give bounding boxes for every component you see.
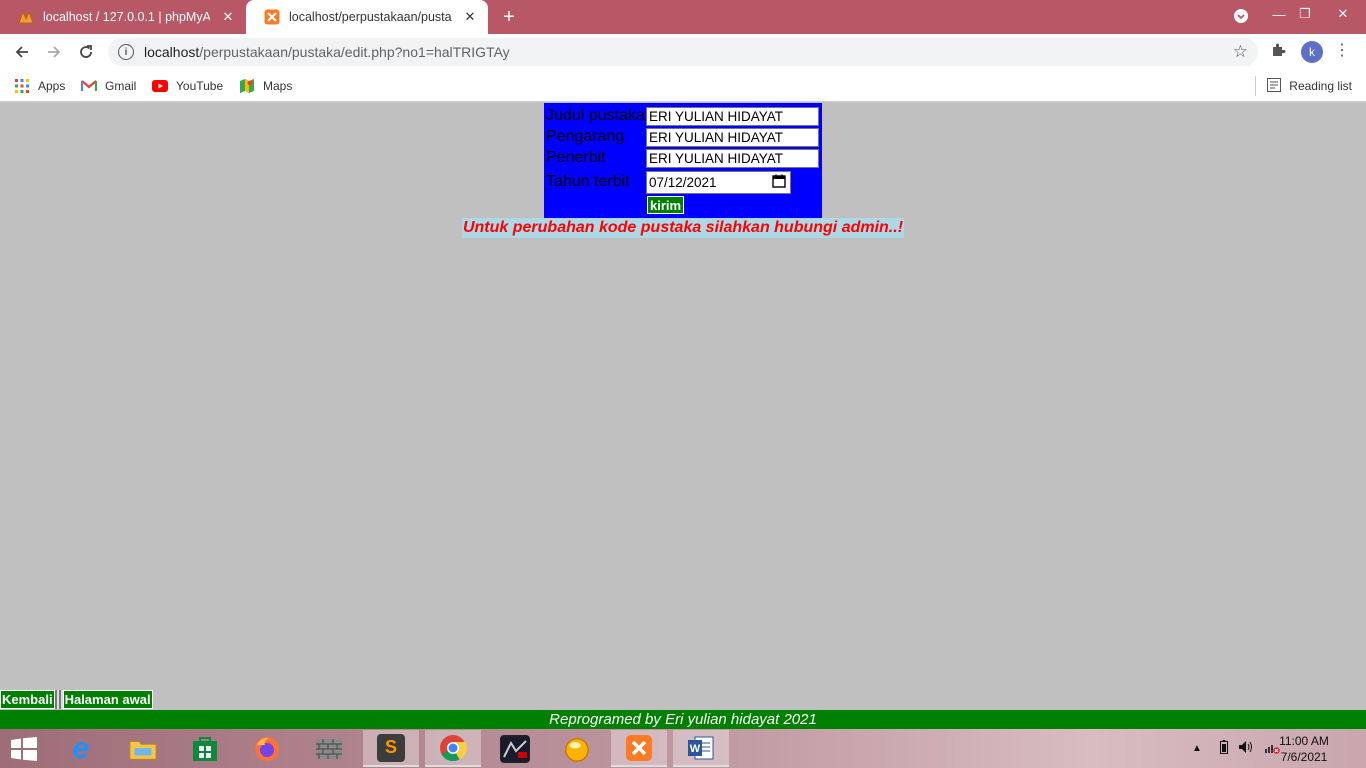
firefox-icon xyxy=(253,735,281,763)
browser-toolbar: i localhost/perpustakaan/pustaka/edit.ph… xyxy=(0,34,1366,70)
forward-button[interactable] xyxy=(42,40,66,64)
taskbar-clock[interactable]: 11:00 AM 7/6/2021 xyxy=(1274,733,1334,765)
sublime-text-icon: S xyxy=(377,733,405,762)
close-icon[interactable]: ✕ xyxy=(460,7,480,27)
taskbar-media-player[interactable] xyxy=(549,730,605,767)
edit-pustaka-form: Judul pustaka Pengarang Penerbit Tahun t… xyxy=(544,103,822,219)
volume-icon[interactable] xyxy=(1238,740,1254,757)
pes-game-icon xyxy=(500,734,530,763)
bookmark-maps[interactable]: Maps xyxy=(239,76,292,96)
url-text: localhost/perpustakaan/pustaka/edit.php?… xyxy=(144,44,510,60)
new-tab-button[interactable]: + xyxy=(498,6,520,28)
svg-text:W: W xyxy=(690,743,701,755)
folder-icon xyxy=(129,735,157,763)
info-icon[interactable]: i xyxy=(118,44,134,60)
menu-icon[interactable]: ⋮ xyxy=(1334,41,1350,63)
tab-strip: localhost / 127.0.0.1 | phpMyAdm ✕ local… xyxy=(0,0,1366,34)
chevron-up-icon[interactable]: ▲ xyxy=(1192,743,1202,754)
bookmark-youtube[interactable]: YouTube xyxy=(152,76,223,96)
page-content: Judul pustaka Pengarang Penerbit Tahun t… xyxy=(0,103,1366,730)
tahun-label: Tahun terbit xyxy=(546,173,630,190)
system-tray: ▲ xyxy=(1192,729,1280,768)
taskbar-store[interactable] xyxy=(177,730,233,767)
word-icon: W xyxy=(687,734,715,762)
pengarang-label: Pengarang xyxy=(546,128,625,145)
form-row-pengarang: Pengarang xyxy=(544,127,819,147)
penerbit-input[interactable] xyxy=(646,148,819,168)
bookmark-apps[interactable]: Apps xyxy=(14,76,65,96)
tab-perpustakaan[interactable]: localhost/perpustakaan/pustaka/ ✕ xyxy=(246,0,488,34)
apps-grid-icon xyxy=(14,78,30,94)
divider xyxy=(54,690,63,709)
extensions-icon[interactable] xyxy=(1268,42,1288,62)
bookmark-label: Apps xyxy=(38,79,66,93)
credit-footer: Reprogramed by Eri yulian hidayat 2021 xyxy=(0,710,1366,730)
reload-button[interactable] xyxy=(74,40,98,64)
judul-label: Judul pustaka xyxy=(546,107,645,124)
footer-nav: Kembali Halaman awal xyxy=(0,690,153,710)
windows-taskbar: e S W ▲ 11:00 AM 7/6/2021 xyxy=(0,729,1366,768)
clock-date: 7/6/2021 xyxy=(1280,750,1328,764)
taskbar-pes-game[interactable] xyxy=(487,730,543,767)
kembali-link[interactable]: Kembali xyxy=(0,690,55,709)
xampp-icon xyxy=(264,9,280,25)
bookmark-gmail[interactable]: Gmail xyxy=(81,76,136,96)
window-close-button[interactable]: ✕ xyxy=(1320,0,1366,28)
back-button[interactable] xyxy=(10,40,34,64)
taskbar-sublime-text[interactable]: S xyxy=(363,730,419,767)
taskbar-firefox[interactable] xyxy=(239,730,295,767)
form-row-penerbit: Penerbit xyxy=(544,148,819,168)
tahun-date-input[interactable]: 07/12/2021 xyxy=(646,170,791,194)
bookmark-label: Gmail xyxy=(105,79,137,93)
windows-start-icon[interactable] xyxy=(10,737,38,761)
form-row-judul: Judul pustaka xyxy=(544,106,819,126)
form-row-tahun: Tahun terbit 07/12/2021 xyxy=(544,170,791,194)
halaman-awal-link[interactable]: Halaman awal xyxy=(62,690,153,709)
gmail-icon xyxy=(81,78,97,94)
calendar-icon[interactable] xyxy=(772,174,786,191)
profile-avatar[interactable]: k xyxy=(1301,41,1323,63)
maps-icon xyxy=(239,78,255,94)
restore-button[interactable]: ❐ xyxy=(1288,0,1322,28)
taskbar-internet-explorer[interactable]: e xyxy=(53,730,109,767)
bookmark-label: YouTube xyxy=(176,79,224,93)
pengarang-input[interactable] xyxy=(646,127,819,147)
judul-input[interactable] xyxy=(646,106,819,126)
battery-icon[interactable] xyxy=(1219,740,1228,757)
kirim-button[interactable]: kirim xyxy=(647,196,685,214)
store-icon xyxy=(191,735,219,763)
reading-list-icon xyxy=(1267,77,1282,95)
address-bar[interactable]: i localhost/perpustakaan/pustaka/edit.ph… xyxy=(108,38,1258,66)
bookmarks-bar: Apps Gmail YouTube Maps Reading list xyxy=(0,70,1366,102)
bookmark-label: Maps xyxy=(263,79,293,93)
bookmark-star-icon[interactable]: ☆ xyxy=(1233,42,1248,62)
divider xyxy=(1255,76,1257,96)
taskbar-file-explorer[interactable] xyxy=(115,730,171,767)
internet-explorer-icon: e xyxy=(72,731,90,765)
phpmyadmin-icon xyxy=(18,9,34,25)
tab-search-icon[interactable] xyxy=(1224,2,1258,30)
tab-title: localhost/perpustakaan/pustaka/ xyxy=(289,10,452,24)
taskbar-xampp[interactable] xyxy=(611,730,667,767)
notice-text: Untuk perubahan kode pustaka silahkan hu… xyxy=(462,218,904,238)
youtube-icon xyxy=(152,78,168,94)
reading-list-label: Reading list xyxy=(1289,79,1352,93)
xampp-icon xyxy=(625,734,653,762)
chrome-icon xyxy=(439,734,467,762)
taskbar-chrome[interactable] xyxy=(425,730,481,767)
firewall-icon xyxy=(315,735,343,763)
tab-title: localhost / 127.0.0.1 | phpMyAdm xyxy=(43,10,210,24)
reading-list-button[interactable]: Reading list xyxy=(1255,76,1352,96)
taskbar-firewall[interactable] xyxy=(301,730,357,767)
date-value: 07/12/2021 xyxy=(649,174,717,190)
penerbit-label: Penerbit xyxy=(546,149,606,166)
media-player-icon xyxy=(563,735,591,763)
tab-phpmyadmin[interactable]: localhost / 127.0.0.1 | phpMyAdm ✕ xyxy=(0,0,246,34)
taskbar-word[interactable]: W xyxy=(673,730,729,767)
clock-time: 11:00 AM xyxy=(1279,734,1329,748)
close-icon[interactable]: ✕ xyxy=(218,7,238,27)
